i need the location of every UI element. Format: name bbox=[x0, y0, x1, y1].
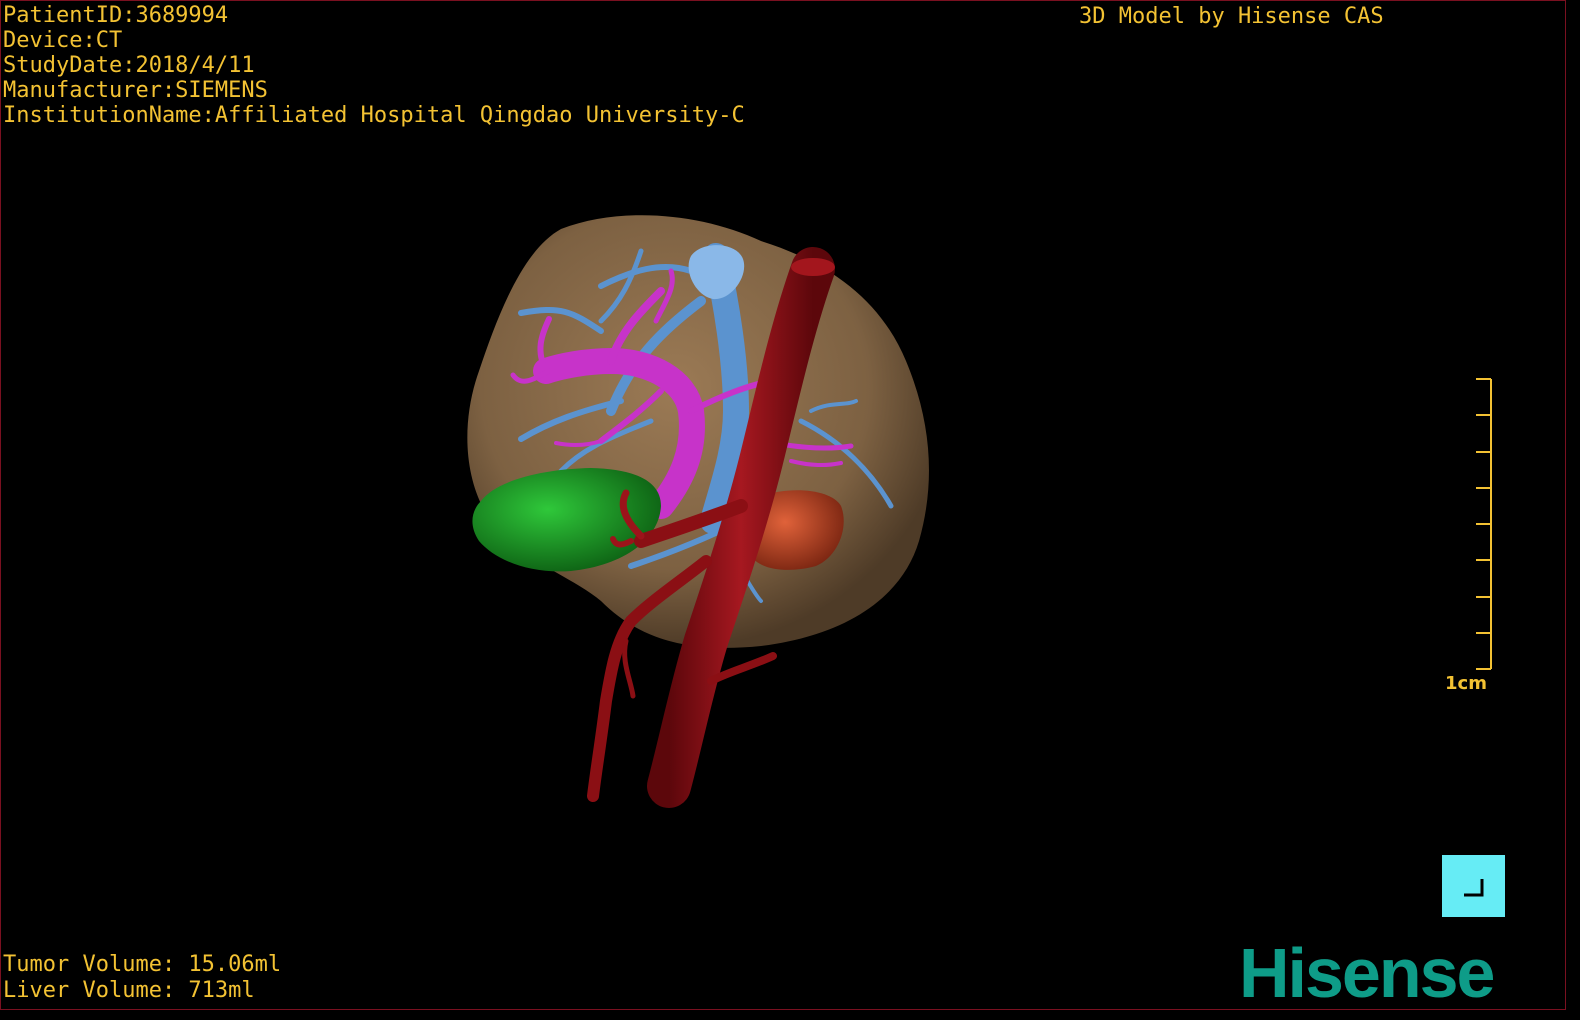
hisense-logo-text: Hisense bbox=[1239, 934, 1494, 1007]
corner-bracket-icon bbox=[1464, 879, 1484, 897]
manufacturer-text: Manufacturer:SIEMENS bbox=[3, 78, 268, 103]
viewer-frame: PatientID:3689994 Device:CT StudyDate:20… bbox=[0, 0, 1566, 1010]
device-text: Device:CT bbox=[3, 28, 123, 53]
hisense-logo: Hisense bbox=[1239, 934, 1496, 1007]
tumor-volume-text: Tumor Volume: 15.06ml bbox=[3, 952, 282, 977]
model-brand-title: 3D Model by Hisense CAS bbox=[1079, 4, 1384, 29]
liver-volume-text: Liver Volume: 713ml bbox=[3, 978, 255, 1003]
patient-info-overlay: PatientID:3689994 Device:CT StudyDate:20… bbox=[3, 3, 745, 128]
scale-bar-label: 1cm bbox=[1445, 673, 1487, 694]
institution-text: InstitutionName:Affiliated Hospital Qing… bbox=[3, 103, 745, 128]
volume-overlay: Tumor Volume: 15.06ml Liver Volume: 713m… bbox=[3, 952, 281, 1004]
corner-toggle-button[interactable] bbox=[1442, 855, 1505, 917]
scale-bar bbox=[1476, 378, 1492, 670]
study-date-text: StudyDate:2018/4/11 bbox=[3, 53, 255, 78]
model-viewport[interactable] bbox=[1, 1, 1566, 1010]
aorta-top-section bbox=[791, 258, 835, 276]
patient-id-text: PatientID:3689994 bbox=[3, 3, 229, 28]
